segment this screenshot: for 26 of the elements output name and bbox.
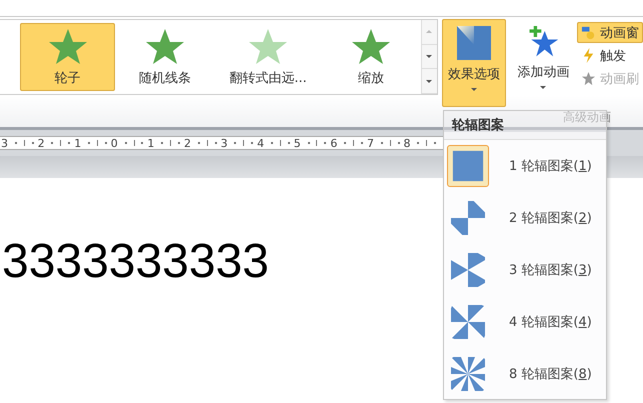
effect-options-button[interactable]: 效果选项 [442,19,506,107]
scroll-up-button[interactable] [422,20,437,45]
menu-item[interactable]: 4 轮辐图案(4) [444,296,606,348]
menu-item[interactable]: 8 轮辐图案(8) [444,348,606,400]
pattern-icon [451,201,485,235]
pattern-icon [451,149,485,183]
gallery-item[interactable]: 轮子 [20,23,116,91]
pattern-icon [451,253,485,287]
pattern-icon [451,305,485,339]
square-icon [456,26,491,60]
menu-item[interactable]: 2 轮辐图案(2) [444,192,606,244]
more-button[interactable] [422,69,437,94]
scroll-down-button[interactable] [422,44,437,70]
star-icon [48,27,88,65]
gallery-item[interactable]: 缩放 [323,23,419,91]
star-icon [144,27,185,65]
gallery-item[interactable]: 翻转式由远... [214,23,322,91]
star-icon [248,27,288,65]
star-icon [351,27,392,65]
ribbon-button[interactable]: 动画窗 [577,22,643,43]
add-animation-button[interactable]: 添加动画 [512,19,575,107]
ribbon-button[interactable]: 触发 [577,45,643,66]
menu-item[interactable]: 3 轮辐图案(3) [444,244,606,296]
pattern-icon [451,357,485,391]
gallery-item[interactable]: 随机线条 [117,23,213,91]
document-text: 3333333333 [2,235,269,288]
